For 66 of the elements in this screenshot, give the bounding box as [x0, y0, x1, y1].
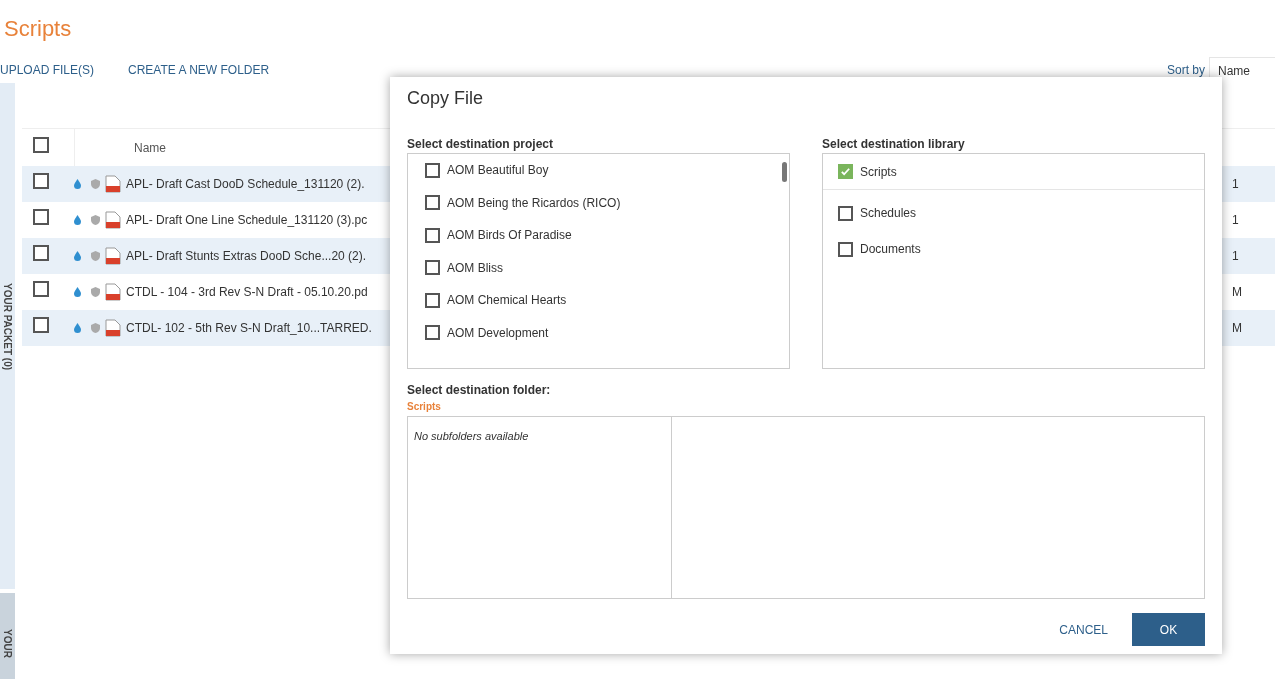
section-label: Select destination project — [407, 136, 555, 153]
sort-label: Sort by — [1167, 62, 1205, 79]
toolbar-link[interactable]: UPLOAD FILE(S) — [0, 61, 95, 79]
table-cell-text: 1 — [1231, 176, 1240, 193]
checkbox[interactable] — [33, 136, 49, 153]
table-cell-text: 1 — [1231, 248, 1240, 265]
project-option[interactable]: AOM Beautiful Boy — [447, 161, 549, 180]
empty-message: No subfolders available — [414, 430, 529, 442]
file-name[interactable]: APL- Draft Stunts Extras DooD Sche...20 (2). — [126, 247, 367, 265]
checkbox[interactable] — [425, 195, 440, 211]
checkbox[interactable] — [425, 227, 440, 243]
checkbox[interactable] — [425, 260, 440, 276]
shield-icon — [91, 287, 100, 297]
checkbox[interactable] — [838, 241, 853, 257]
checkbox[interactable] — [33, 317, 49, 333]
side-tab[interactable]: YOUR — [0, 593, 15, 679]
pdf-file-icon — [105, 283, 121, 301]
table-cell-text: M — [1231, 320, 1243, 337]
file-name[interactable]: APL- Draft One Line Schedule_131120 (3).pc — [126, 211, 368, 229]
dialog-title: Copy File — [407, 87, 485, 110]
checkbox[interactable] — [33, 245, 49, 261]
shield-icon — [91, 215, 100, 225]
checkbox[interactable] — [425, 162, 440, 178]
cancel-button[interactable]: CANCEL — [1059, 613, 1108, 646]
page-title: Scripts — [3, 15, 73, 43]
project-option[interactable]: AOM Bliss — [447, 258, 503, 277]
checkbox[interactable] — [838, 164, 853, 179]
drop-icon — [74, 251, 81, 261]
pdf-file-icon — [105, 211, 121, 229]
library-option[interactable]: Documents — [860, 240, 921, 258]
shield-icon — [91, 179, 100, 189]
project-option[interactable]: AOM Being the Ricardos (RICO) — [447, 193, 621, 212]
checkbox[interactable] — [33, 173, 49, 189]
library-option[interactable]: Scripts — [860, 162, 897, 181]
folder-path: Scripts — [407, 400, 442, 414]
file-name[interactable]: CTDL- 102 - 5th Rev S-N Draft_10...TARRED. — [126, 319, 372, 337]
side-tab[interactable]: YOUR PACKET (0) — [0, 83, 15, 589]
section-label: Select destination folder: — [407, 382, 552, 399]
project-option[interactable]: AOM Development — [447, 323, 549, 342]
file-name[interactable]: APL- Draft Cast DooD Schedule_131120 (2). — [126, 175, 365, 193]
check-icon — [840, 166, 851, 177]
drop-icon — [74, 215, 81, 225]
table-cell-text: M — [1231, 284, 1243, 301]
checkbox[interactable] — [33, 209, 49, 225]
table-cell-text: 1 — [1231, 212, 1240, 229]
drop-icon — [74, 323, 81, 333]
library-option[interactable]: Schedules — [860, 204, 917, 222]
pdf-file-icon — [105, 247, 121, 265]
column-header[interactable]: Name — [134, 138, 166, 157]
checkbox[interactable] — [425, 292, 440, 308]
drop-icon — [74, 179, 81, 189]
drop-icon — [74, 287, 81, 297]
shield-icon — [91, 323, 100, 333]
project-option[interactable]: AOM Birds Of Paradise — [447, 226, 572, 245]
toolbar-link[interactable]: CREATE A NEW FOLDER — [128, 61, 270, 79]
checkbox[interactable] — [838, 205, 853, 221]
pdf-file-icon — [105, 319, 121, 337]
ok-button[interactable]: OK — [1132, 613, 1205, 646]
pdf-file-icon — [105, 175, 121, 193]
scrollbar-thumb[interactable] — [782, 162, 787, 182]
project-option[interactable]: AOM Chemical Hearts — [447, 291, 567, 310]
checkbox[interactable] — [33, 281, 49, 297]
checkbox[interactable] — [425, 325, 440, 341]
file-name[interactable]: CTDL - 104 - 3rd Rev S-N Draft - 05.10.20.pd — [126, 283, 368, 301]
shield-icon — [91, 251, 100, 261]
section-label: Select destination library — [822, 136, 966, 153]
